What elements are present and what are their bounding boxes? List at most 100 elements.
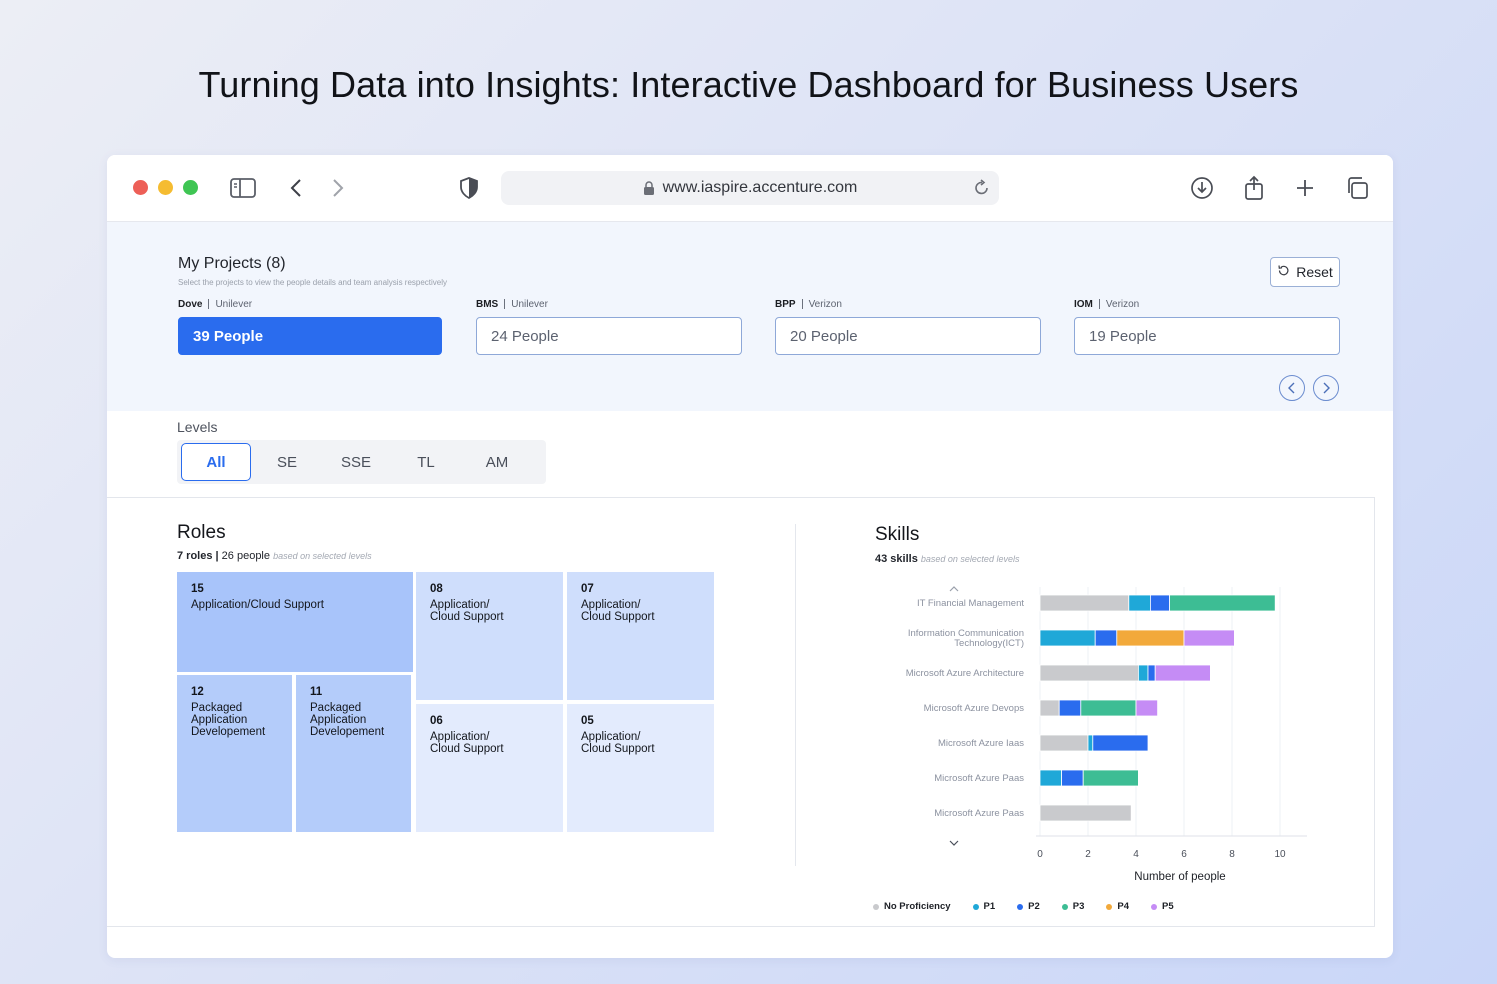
sidebar-icon[interactable] — [230, 175, 256, 201]
minimize-window-button[interactable] — [158, 180, 173, 195]
address-bar[interactable]: www.iaspire.accenture.com — [501, 171, 999, 205]
shield-icon[interactable] — [456, 175, 482, 201]
skills-title: Skills — [875, 524, 920, 545]
page-title: Turning Data into Insights: Interactive … — [198, 64, 1299, 105]
close-window-button[interactable] — [133, 180, 148, 195]
project-label: Dove Unilever — [178, 297, 444, 311]
roles-count: 7 roles — [177, 550, 213, 562]
role-label: Application/ Cloud Support — [581, 599, 655, 623]
project-people-button[interactable]: 20 People — [775, 317, 1041, 355]
roles-title: Roles — [177, 522, 226, 543]
tabs-overview-icon[interactable] — [1344, 175, 1370, 201]
y-category-label: IT Financial Management — [917, 598, 1024, 609]
project-card-bpp[interactable]: BPP Verizon 20 People — [775, 297, 1041, 355]
y-category-label: Microsoft Azure Paas — [934, 773, 1024, 784]
chart-legend: No Proficiency P1 P2 P3 P4 P5 — [873, 901, 1196, 912]
new-tab-icon[interactable] — [1292, 175, 1318, 201]
bar-segment — [1039, 734, 1089, 752]
bar-segment — [1039, 629, 1096, 647]
bar-segment — [1137, 664, 1149, 682]
role-count: 08 — [430, 583, 443, 595]
browser-toolbar: www.iaspire.accenture.com — [107, 155, 1393, 222]
project-code: BMS — [476, 298, 499, 310]
legend-label: P3 — [1072, 901, 1085, 912]
project-people-button[interactable]: 39 People — [178, 317, 442, 355]
bar-segment — [1058, 699, 1082, 717]
x-tick-label: 8 — [1229, 849, 1235, 860]
role-tile[interactable]: 12 Packaged Application Developement — [177, 675, 292, 832]
skills-chart: 0 2 4 6 8 10IT Financial ManagementInformatio… — [906, 586, 1307, 883]
legend-label: P1 — [983, 901, 996, 912]
project-card-bms[interactable]: BMS Unilever 24 People — [476, 297, 742, 355]
y-category-label: Microsoft Azure Iaas — [938, 738, 1024, 749]
level-tab-all[interactable]: All — [181, 443, 251, 481]
reset-icon — [1277, 264, 1290, 280]
project-people-button[interactable]: 19 People — [1074, 317, 1340, 355]
reload-icon[interactable] — [973, 179, 991, 197]
level-tab-am[interactable]: AM — [462, 443, 532, 481]
next-projects-button[interactable] — [1313, 375, 1339, 401]
x-tick-label: 6 — [1181, 849, 1187, 860]
role-tile[interactable]: 08 Application/ Cloud Support — [416, 572, 563, 700]
role-tile[interactable]: 06 Application/ Cloud Support — [416, 704, 563, 832]
prev-projects-button[interactable] — [1279, 375, 1305, 401]
role-count: 06 — [430, 715, 443, 727]
role-tile[interactable]: 07 Application/ Cloud Support — [567, 572, 714, 700]
legend-item: No Proficiency — [873, 901, 951, 912]
projects-title: My Projects (8) — [178, 255, 286, 272]
analysis-panel: Roles 7 roles | 26 people based on selec… — [107, 497, 1375, 927]
bar-segment — [1147, 664, 1156, 682]
role-label: Packaged Application Developement — [191, 702, 266, 738]
legend-swatch — [873, 903, 879, 910]
bar-segment — [1183, 629, 1235, 647]
download-icon[interactable] — [1189, 175, 1215, 201]
project-code: IOM — [1074, 298, 1093, 310]
role-tile[interactable]: 05 Application/ Cloud Support — [567, 704, 714, 832]
role-count: 15 — [191, 583, 204, 595]
bar-segment — [1061, 769, 1084, 787]
level-tab-se[interactable]: SE — [252, 443, 322, 481]
levels-tabs: All SE SSE TL AM — [177, 440, 546, 484]
legend-swatch — [1106, 903, 1113, 910]
role-tile[interactable]: 15 Application/Cloud Support — [177, 572, 413, 672]
bar-segment — [1116, 629, 1185, 647]
bar-segment — [1039, 804, 1132, 822]
project-card-dove[interactable]: Dove Unilever 39 People — [178, 297, 444, 355]
bar-segment — [1154, 664, 1211, 682]
role-label: Application/ Cloud Support — [430, 599, 504, 623]
legend-label: No Proficiency — [884, 901, 951, 912]
legend-label: P4 — [1117, 901, 1130, 912]
legend-item: P5 — [1151, 901, 1174, 912]
project-label: BMS Unilever — [476, 297, 742, 311]
project-code: BPP — [775, 298, 796, 310]
y-category-label: Technology(ICT) — [954, 638, 1024, 649]
projects-subtitle: Select the projects to view the people d… — [178, 278, 448, 287]
role-tile[interactable]: 11 Packaged Application Developement — [296, 675, 411, 832]
bar-segment — [1039, 699, 1060, 717]
bar-segment — [1094, 629, 1118, 647]
bar-segment — [1082, 769, 1139, 787]
legend-swatch — [1017, 903, 1024, 910]
role-count: 07 — [581, 583, 594, 595]
x-axis-label: Number of people — [1134, 871, 1225, 883]
chevron-right-icon — [1323, 382, 1330, 394]
project-label: BPP Verizon — [775, 297, 1041, 311]
x-tick-label: 4 — [1133, 849, 1139, 860]
back-icon[interactable] — [283, 175, 309, 201]
share-icon[interactable] — [1241, 175, 1267, 201]
projects-panel: My Projects (8) Select the projects to v… — [107, 222, 1393, 411]
role-label: Application/ Cloud Support — [430, 731, 504, 755]
level-tab-tl[interactable]: TL — [391, 443, 461, 481]
project-client: Unilever — [215, 298, 253, 310]
role-label: Application/Cloud Support — [191, 599, 324, 611]
y-category-label: Microsoft Azure Devops — [924, 703, 1025, 714]
project-people-button[interactable]: 24 People — [476, 317, 742, 355]
maximize-window-button[interactable] — [183, 180, 198, 195]
reset-button[interactable]: Reset — [1270, 257, 1340, 287]
forward-icon[interactable] — [325, 175, 351, 201]
legend-swatch — [972, 903, 979, 910]
level-tab-sse[interactable]: SSE — [321, 443, 391, 481]
roles-people: 26 people — [221, 550, 270, 562]
project-card-iom[interactable]: IOM Verizon 19 People — [1074, 297, 1340, 355]
url-text: www.iaspire.accenture.com — [662, 179, 858, 196]
